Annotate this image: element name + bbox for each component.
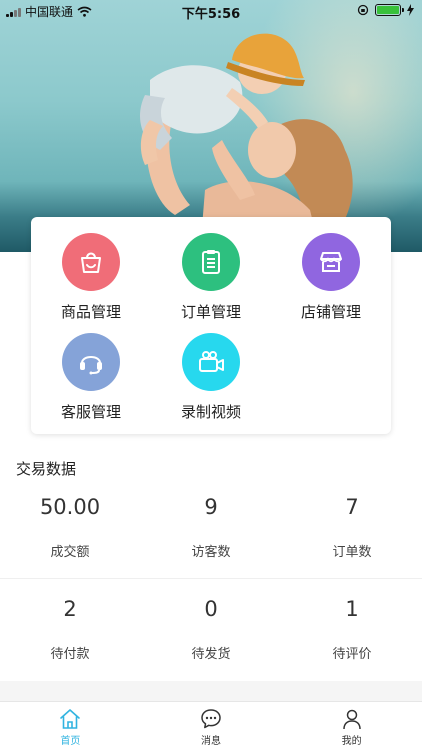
store-icon [320, 252, 342, 272]
status-bar: 中国联通 下午5:56 [0, 0, 422, 22]
hero-illustration [140, 33, 353, 252]
orientation-lock-icon [357, 4, 369, 16]
clipboard-icon [202, 250, 220, 274]
home-icon [60, 709, 81, 729]
menu-label: 录制视频 [180, 403, 241, 421]
tab-messages[interactable]: 消息 [141, 702, 282, 750]
stat-pending-shipment[interactable]: 0 待发货 [141, 597, 281, 662]
menu-icon-circle [62, 233, 120, 291]
stat-value: 9 [204, 495, 218, 519]
app-screen: 中国联通 下午5:56 商品管理 订单管理 店铺管理 客服管理 录制视频 交易数… [0, 0, 422, 750]
tab-home[interactable]: 首页 [0, 702, 141, 750]
charging-icon [407, 4, 414, 16]
battery-icon [375, 4, 404, 16]
menu-label: 商品管理 [60, 303, 121, 321]
menu-icon-circle [62, 333, 120, 391]
content-separator [0, 681, 422, 701]
stat-value: 0 [204, 597, 218, 621]
tab-label: 我的 [341, 736, 362, 747]
stats-divider [0, 578, 422, 579]
function-menu-card: 商品管理 订单管理 店铺管理 客服管理 录制视频 [31, 217, 391, 434]
stat-label: 待发货 [191, 647, 231, 662]
stat-value: 1 [345, 597, 359, 621]
menu-icon-circle [182, 333, 240, 391]
stat-label: 待付款 [50, 647, 90, 662]
stat-pending-payment[interactable]: 2 待付款 [0, 597, 140, 662]
stat-value: 7 [345, 495, 359, 519]
stat-label: 访客数 [191, 545, 231, 560]
video-camera-icon [199, 351, 224, 372]
stat-pending-review[interactable]: 1 待评价 [282, 597, 422, 662]
stat-label: 成交额 [50, 545, 90, 560]
stat-label: 订单数 [332, 545, 372, 560]
stat-value: 2 [63, 597, 77, 621]
menu-item-order-management[interactable]: 订单管理 [151, 233, 271, 322]
menu-item-store-management[interactable]: 店铺管理 [271, 233, 391, 322]
menu-label: 客服管理 [60, 403, 121, 421]
user-icon [342, 709, 361, 730]
menu-icon-circle [302, 233, 360, 291]
stat-orders[interactable]: 7 订单数 [282, 495, 422, 560]
tab-label: 消息 [201, 736, 221, 747]
stat-visitors[interactable]: 9 访客数 [141, 495, 281, 560]
message-icon [201, 709, 221, 729]
menu-item-customer-service[interactable]: 客服管理 [31, 333, 151, 422]
menu-item-record-video[interactable]: 录制视频 [151, 333, 271, 422]
tab-profile[interactable]: 我的 [281, 702, 422, 750]
menu-item-product-management[interactable]: 商品管理 [31, 233, 151, 322]
tab-label: 首页 [60, 736, 81, 747]
menu-icon-circle [182, 233, 240, 291]
menu-label: 订单管理 [180, 303, 241, 321]
menu-label: 店铺管理 [300, 303, 361, 321]
bottom-tab-bar: 首页 消息 我的 [0, 701, 422, 750]
stat-label: 待评价 [332, 647, 372, 662]
trade-data-title: 交易数据 [16, 460, 77, 478]
shopping-bag-icon [81, 252, 101, 273]
stat-turnover[interactable]: 50.00 成交额 [0, 495, 140, 560]
headset-icon [80, 356, 102, 375]
stat-value: 50.00 [39, 495, 101, 519]
hero-banner[interactable] [0, 0, 422, 252]
